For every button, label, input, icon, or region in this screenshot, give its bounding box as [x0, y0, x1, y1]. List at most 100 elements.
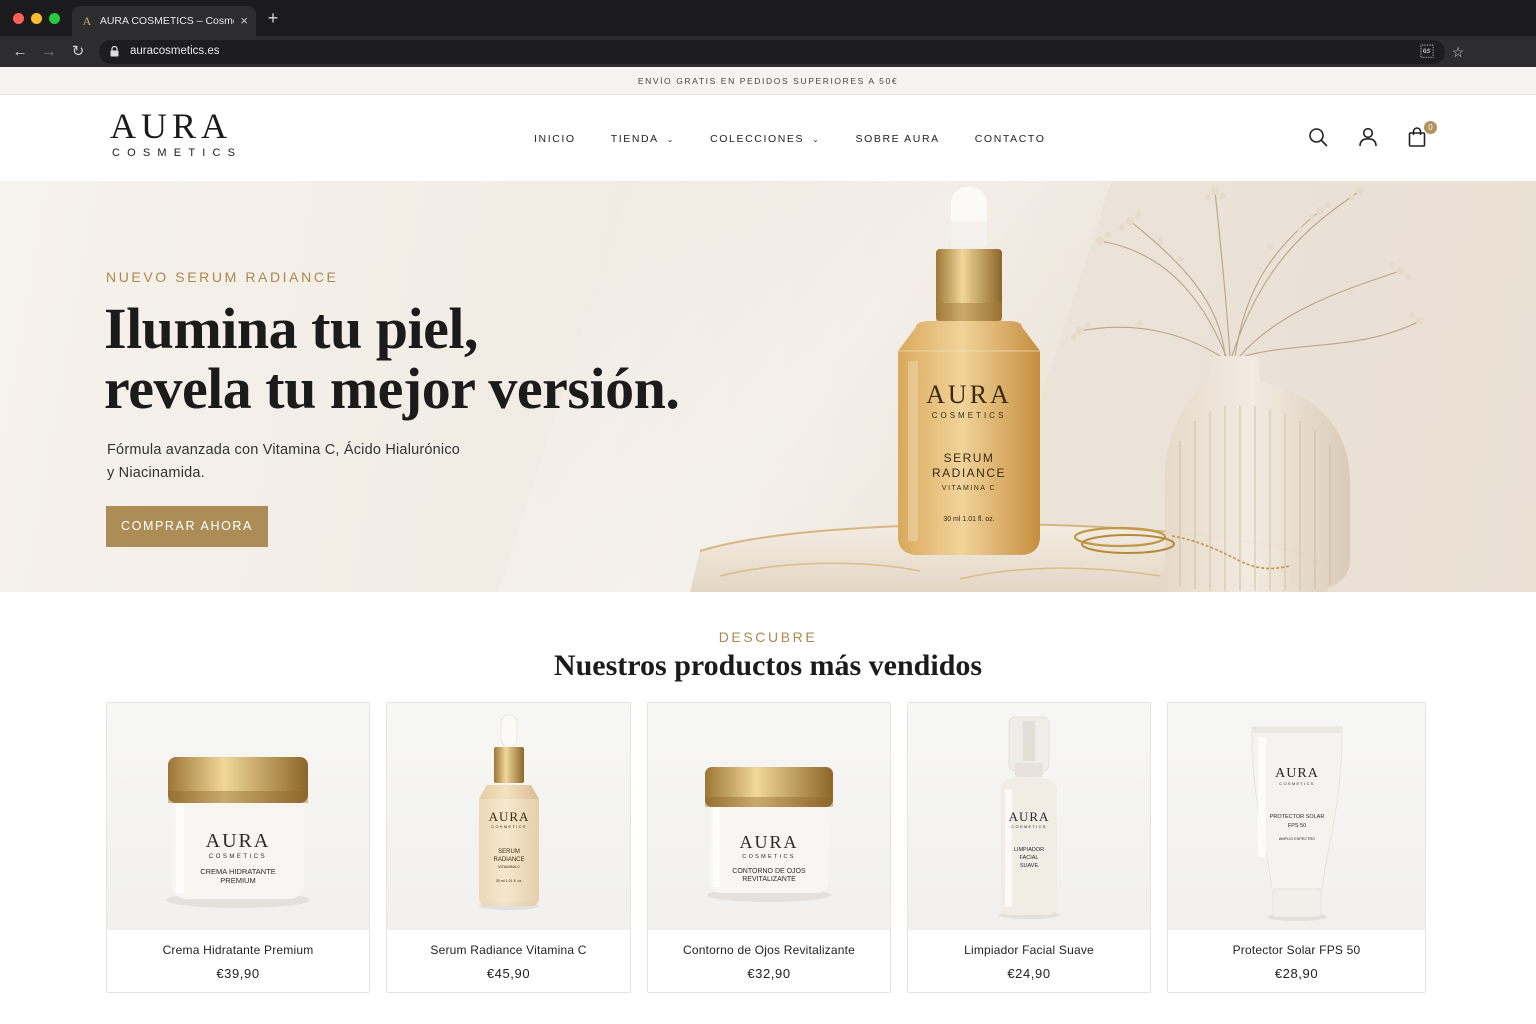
- eye-jar-label-line-1: CONTORNO DE OJOS: [732, 868, 806, 875]
- product-image[interactable]: AURA COSMETICS CREMA HIDRATANTE PREMIUM: [107, 703, 369, 930]
- bookmark-star-icon[interactable]: ☆: [1450, 44, 1466, 60]
- product-card[interactable]: AURA COSMETICS LIMPIADOR FACIAL SUAVE Li…: [907, 702, 1151, 993]
- nav-item-label: TIENDA: [610, 133, 659, 145]
- chevron-down-icon: ⌄: [666, 134, 676, 144]
- cart-count-badge: 0: [1424, 121, 1437, 134]
- section-title: Nuestros productos más vendidos: [553, 649, 983, 682]
- hero-bottle-label-3: VITAMINA C: [942, 485, 996, 492]
- product-name[interactable]: Crema Hidratante Premium: [107, 943, 369, 957]
- hero-bottle-label-2: RADIANCE: [932, 466, 1006, 480]
- product-image[interactable]: AURA COSMETICS PROTECTOR SOLAR FPS 50 AM…: [1168, 703, 1425, 930]
- minimize-window-button[interactable]: [31, 13, 42, 24]
- product-image[interactable]: AURA COSMETICS CONTORNO DE OJOS REVITALI…: [648, 703, 890, 930]
- nav-item-label: CONTACTO: [974, 133, 1046, 145]
- nav-item-label: SOBRE AURA: [855, 133, 940, 145]
- hero-title: Ilumina tu piel, revela tu mejor versión…: [104, 299, 804, 419]
- serum-label-subtitle: COSMETICS: [491, 824, 526, 829]
- serum-label-line-2: RADIANCE: [493, 857, 524, 863]
- search-icon[interactable]: [1307, 126, 1329, 148]
- hero-title-line-1: Ilumina tu piel,: [104, 296, 478, 361]
- hero-description-line-1: Fórmula avanzada con Vitamina C, Ácido H…: [107, 442, 461, 458]
- product-price: €24,90: [1007, 966, 1051, 981]
- product-price: €45,90: [486, 966, 531, 981]
- nav-item-tienda[interactable]: TIENDA ⌄: [611, 131, 675, 147]
- serum-label-line-1: SERUM: [498, 849, 520, 855]
- address-bar[interactable]: auracosmetics.es ☆: [99, 40, 1464, 64]
- translate-icon[interactable]: [1419, 44, 1435, 60]
- hero-banner: AURA COSMETICS SERUM RADIANCE VITAMINA C…: [0, 181, 1536, 592]
- forward-arrow-icon[interactable]: →: [40, 43, 58, 61]
- url-text: auracosmetics.es: [130, 45, 220, 57]
- nav-item-inicio[interactable]: INICIO: [534, 131, 576, 147]
- cleanser-label-line-3: SUAVE: [1020, 863, 1039, 869]
- user-icon[interactable]: [1357, 126, 1379, 148]
- web-page: ENVÍO GRATIS EN PEDIDOS SUPERIORES A 50€…: [0, 67, 1536, 1024]
- sunscreen-label-brand: AURA: [1275, 766, 1319, 781]
- section-kicker: DESCUBRE: [718, 629, 818, 645]
- sunscreen-label-line-1: PROTECTOR SOLAR: [1269, 814, 1324, 820]
- sunscreen-label-subtitle: COSMETICS: [1279, 781, 1314, 786]
- hero-bottle-brand: AURA: [926, 380, 1012, 409]
- sunscreen-label-line-3: AMPLIO ESPECTRO: [1278, 837, 1314, 841]
- maximize-window-button[interactable]: [49, 13, 60, 24]
- eye-jar-label-subtitle: COSMETICS: [742, 854, 795, 860]
- product-name[interactable]: Serum Radiance Vitamina C: [387, 943, 630, 957]
- nav-item-colecciones[interactable]: COLECCIONES ⌄: [710, 131, 820, 147]
- product-name[interactable]: Protector Solar FPS 50: [1168, 943, 1425, 957]
- nav-item-label: COLECCIONES: [710, 133, 805, 145]
- nav-item-contacto[interactable]: CONTACTO: [975, 131, 1046, 147]
- product-image[interactable]: AURA COSMETICS LIMPIADOR FACIAL SUAVE: [908, 703, 1150, 930]
- cleanser-label-line-1: LIMPIADOR: [1014, 847, 1044, 853]
- logo-subtitle: COSMETICS: [112, 147, 243, 159]
- product-card[interactable]: AURA COSMETICS CONTORNO DE OJOS REVITALI…: [647, 702, 891, 993]
- cleanser-label-subtitle: COSMETICS: [1011, 824, 1046, 829]
- browser-tab[interactable]: A AURA COSMETICS – Cosmética ×: [72, 6, 256, 36]
- buy-now-button[interactable]: COMPRAR AHORA: [106, 506, 268, 547]
- lock-icon: [110, 46, 119, 57]
- hero-title-line-2: revela tu mejor versión.: [104, 356, 680, 421]
- product-name[interactable]: Limpiador Facial Suave: [908, 943, 1150, 957]
- serum-label-brand: AURA: [488, 809, 529, 824]
- product-price: €28,90: [1274, 966, 1319, 981]
- reload-icon[interactable]: ↻: [69, 43, 87, 61]
- jar-label-line-1: CREMA HIDRATANTE: [200, 867, 276, 876]
- nav-item-sobre-aura[interactable]: SOBRE AURA: [855, 131, 939, 147]
- tab-title: AURA COSMETICS – Cosmética: [99, 15, 235, 27]
- product-name[interactable]: Contorno de Ojos Revitalizante: [648, 943, 890, 957]
- hero-bottle-volume: 30 ml 1.01 fl. oz.: [943, 516, 994, 523]
- site-logo[interactable]: AURA COSMETICS: [110, 108, 260, 159]
- serum-label-line-3: VITAMINA C: [497, 864, 519, 869]
- product-image[interactable]: AURA COSMETICS SERUM RADIANCE VITAMINA C…: [387, 703, 630, 930]
- hero-kicker: NUEVO SERUM RADIANCE: [106, 269, 339, 285]
- logo-wordmark: AURA: [110, 106, 233, 146]
- favicon-icon: A: [82, 14, 92, 28]
- eye-jar-label-line-2: REVITALIZANTE: [742, 876, 796, 883]
- back-arrow-icon[interactable]: ←: [11, 43, 29, 61]
- hero-description-line-2: y Niacinamida.: [107, 465, 205, 481]
- hero-bottle-label-1: SERUM: [944, 451, 995, 465]
- browser-toolbar: ← → ↻ auracosmetics.es ☆ ⋮: [0, 36, 1536, 96]
- chevron-down-icon: ⌄: [812, 134, 821, 144]
- jar-label-line-2: PREMIUM: [220, 876, 255, 885]
- close-window-button[interactable]: [13, 13, 24, 24]
- close-tab-icon[interactable]: ×: [240, 14, 248, 28]
- cleanser-bottle-image: AURA COSMETICS LIMPIADOR FACIAL SUAVE: [999, 716, 1059, 919]
- serum-bottle-image: AURA COSMETICS SERUM RADIANCE VITAMINA C…: [478, 714, 539, 910]
- product-price: €32,90: [747, 966, 791, 981]
- eye-jar-label-brand: AURA: [739, 832, 798, 852]
- product-card[interactable]: AURA COSMETICS PROTECTOR SOLAR FPS 50 AM…: [1167, 702, 1426, 993]
- eye-cream-jar-image: AURA COSMETICS CONTORNO DE OJOS REVITALI…: [705, 767, 833, 902]
- cleanser-label-brand: AURA: [1009, 809, 1050, 824]
- sunscreen-tube-image: AURA COSMETICS PROTECTOR SOLAR FPS 50 AM…: [1251, 726, 1342, 921]
- hero-bottle-subtitle: COSMETICS: [932, 411, 1007, 420]
- browser-tab-bar: A AURA COSMETICS – Cosmética × +: [0, 0, 1536, 36]
- product-card[interactable]: AURA COSMETICS SERUM RADIANCE VITAMINA C…: [386, 702, 631, 993]
- product-card[interactable]: AURA COSMETICS CREMA HIDRATANTE PREMIUM …: [106, 702, 370, 993]
- serum-label-volume: 30 ml 1.01 fl. oz.: [495, 879, 521, 883]
- cleanser-label-line-2: FACIAL: [1020, 855, 1039, 861]
- product-price: €39,90: [216, 966, 260, 981]
- sunscreen-label-line-2: FPS 50: [1287, 823, 1305, 829]
- jar-label-subtitle: COSMETICS: [209, 854, 267, 860]
- new-tab-button[interactable]: +: [264, 8, 282, 28]
- main-navigation: INICIO TIENDA ⌄ COLECCIONES ⌄ SOBRE AURA C…: [534, 131, 1081, 147]
